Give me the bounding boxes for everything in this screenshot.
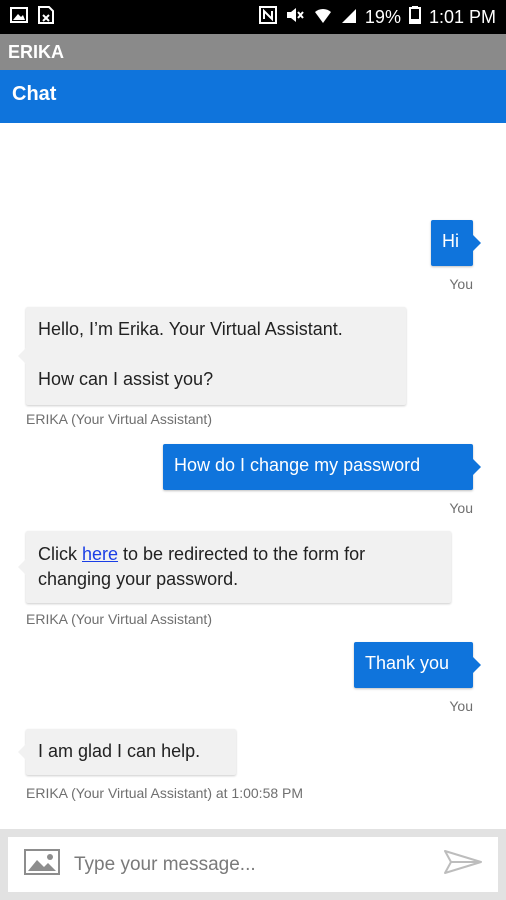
sender-label: You — [449, 698, 473, 714]
message-user-2: How do I change my password You — [163, 444, 473, 516]
bot-bubble: I am glad I can help. — [26, 729, 236, 775]
sender-label: ERIKA (Your Virtual Assistant) — [26, 611, 212, 627]
message-text-line-2: How can I assist you? — [38, 369, 214, 389]
user-bubble: How do I change my password — [163, 444, 473, 490]
image-icon — [10, 6, 28, 28]
nfc-icon — [258, 5, 277, 29]
message-user-1: Hi You — [431, 220, 473, 292]
app-title: ERIKA — [0, 34, 506, 70]
mute-icon — [285, 6, 305, 29]
bot-bubble: Hello, I’m Erika. Your Virtual Assistant… — [26, 307, 406, 405]
sender-label: You — [449, 276, 473, 292]
chat-header: Chat — [0, 70, 506, 123]
message-input[interactable] — [74, 853, 444, 876]
message-text: I am glad I can help. — [38, 741, 201, 761]
status-right-icons: 19% 1:01 PM — [258, 5, 496, 29]
image-attach-icon[interactable] — [24, 849, 60, 880]
status-time: 1:01 PM — [428, 6, 496, 27]
sender-label: ERIKA (Your Virtual Assistant) at 1:00:5… — [26, 785, 304, 801]
composer-box — [8, 837, 498, 892]
bot-bubble: Click here to be redirected to the form … — [26, 531, 451, 603]
sender-label: You — [449, 500, 473, 516]
composer-bar — [0, 829, 506, 900]
message-text: How do I change my password — [174, 455, 421, 475]
signal-icon — [341, 6, 357, 29]
message-text-prefix: Click — [38, 544, 82, 564]
battery-icon — [408, 5, 421, 29]
send-icon[interactable] — [444, 849, 482, 880]
message-bot-2: Click here to be redirected to the form … — [26, 531, 451, 627]
message-text: Hi — [442, 231, 459, 251]
sender-label: ERIKA (Your Virtual Assistant) — [26, 411, 212, 427]
message-text-line-1: Hello, I’m Erika. Your Virtual Assistant… — [38, 319, 343, 339]
status-left-icons — [10, 5, 54, 29]
redirect-link[interactable]: here — [82, 544, 118, 564]
status-bar: 19% 1:01 PM — [0, 0, 506, 34]
battery-percent: 19% — [364, 6, 401, 27]
user-bubble: Hi — [431, 220, 473, 266]
wifi-icon — [313, 6, 333, 29]
message-bot-3: I am glad I can help. ERIKA (Your Virtua… — [26, 729, 303, 801]
user-bubble: Thank you — [354, 642, 473, 688]
message-bot-1: Hello, I’m Erika. Your Virtual Assistant… — [26, 307, 406, 427]
message-text: Thank you — [365, 653, 450, 673]
sim-card-icon — [38, 5, 54, 29]
message-user-3: Thank you You — [354, 642, 473, 714]
